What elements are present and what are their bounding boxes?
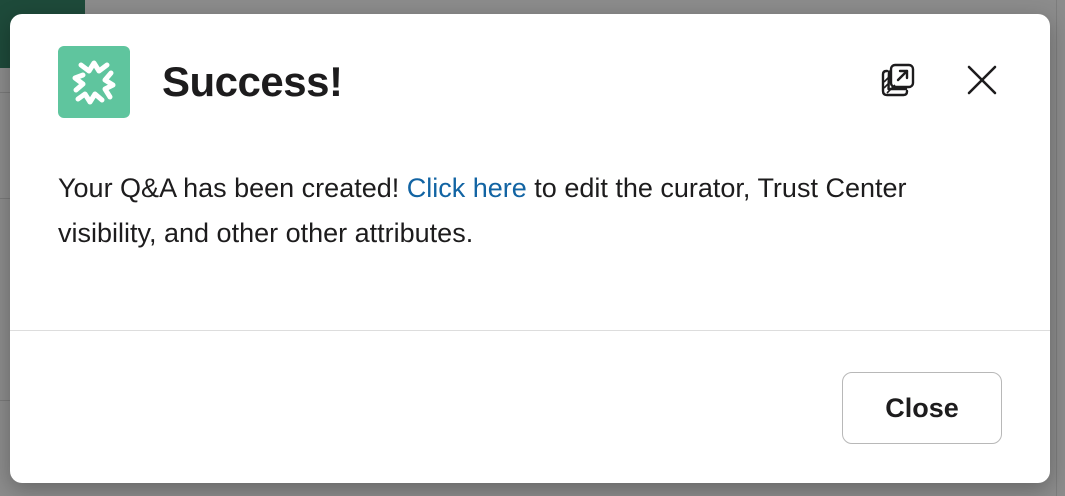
- close-icon: [965, 63, 999, 102]
- dialog-message: Your Q&A has been created! Click here to…: [58, 166, 1008, 256]
- background-divider: [0, 92, 10, 93]
- dialog-header: Success!: [10, 14, 1050, 144]
- background-divider: [0, 400, 10, 401]
- background-divider: [1056, 0, 1057, 496]
- close-button[interactable]: Close: [842, 372, 1002, 444]
- open-in-new-window-icon: [878, 60, 918, 105]
- close-x-button[interactable]: [958, 58, 1006, 106]
- click-here-link[interactable]: Click here: [407, 173, 527, 203]
- open-in-new-window-button[interactable]: [874, 58, 922, 106]
- dialog-title: Success!: [162, 58, 343, 105]
- footer-divider: [10, 330, 1050, 331]
- background-divider: [0, 198, 10, 199]
- message-text: Your Q&A has been created!: [58, 173, 407, 203]
- success-dialog: Success! Your Q&A has been created! Clic…: [10, 14, 1050, 483]
- burst-logo-icon: [58, 46, 130, 118]
